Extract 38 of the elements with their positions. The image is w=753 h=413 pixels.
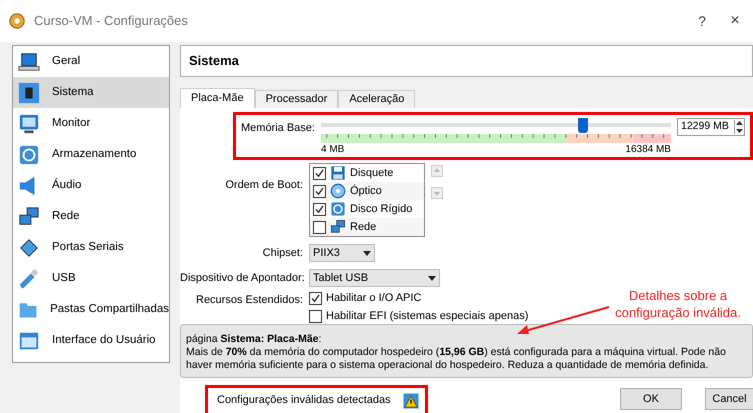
boot-item[interactable]: Disco Rígido xyxy=(310,200,424,218)
checkbox-option[interactable]: Habilitar o I/O APIC xyxy=(309,292,528,305)
sidebar-item[interactable]: Portas Seriais xyxy=(13,232,169,263)
field-label: Dispositivo de Apontador: xyxy=(180,270,306,286)
checkbox-option[interactable]: Habilitar EFI (sistemas especiais apenas) xyxy=(309,310,528,323)
help-button[interactable]: ? xyxy=(687,10,717,32)
sidebar-item[interactable]: Pastas Compartilhadas xyxy=(13,294,169,325)
sidebar-item[interactable]: Geral xyxy=(13,46,169,77)
boot-item[interactable]: Rede xyxy=(310,218,424,236)
message-title: página Sistema: Placa-Mãe: xyxy=(186,333,322,346)
sidebar-item[interactable]: Rede xyxy=(13,201,169,232)
close-button[interactable]: × xyxy=(725,9,745,33)
boot-item[interactable]: Óptico xyxy=(310,182,424,200)
sidebar-item[interactable]: Monitor xyxy=(13,108,169,139)
tab[interactable]: Placa-Mãe xyxy=(180,88,255,108)
chipset-dropdown[interactable]: PIIX3 xyxy=(309,244,375,262)
message-text: Mais de 70% da memória do computador hospedeiro (15,96 GB) está configurada para a máquina virtual. Pode não haver memória suficiente para o sistema operacional do hospedeiro. Reduza a quantidade de memória definida. xyxy=(186,346,727,372)
status-text: Configurações inválidas detectadas xyxy=(217,393,391,408)
sidebar-item[interactable]: Interface do Usuário xyxy=(13,325,169,356)
scale-min-label: 4 MB xyxy=(320,144,344,156)
field-label: Memória Base: xyxy=(241,121,315,136)
sidebar-item[interactable]: Armazenamento xyxy=(13,139,169,170)
sidebar-item[interactable]: USB xyxy=(13,263,169,294)
section-header: Sistema xyxy=(180,45,753,77)
boot-item[interactable]: Disquete xyxy=(310,164,424,182)
pointer-dropdown[interactable]: Tablet USB xyxy=(309,269,440,287)
field-label: Recursos Estendidos: xyxy=(195,293,304,308)
sidebar-item[interactable]: Áudio xyxy=(13,170,169,201)
window-title: Curso-VM - Configurações xyxy=(34,12,188,30)
field-label: Ordem de Boot: xyxy=(224,178,304,193)
tab[interactable]: Processador xyxy=(254,90,338,108)
sidebar-item[interactable]: Sistema xyxy=(13,77,169,108)
tab[interactable]: Aceleração xyxy=(338,90,416,108)
scale-max-label: 16384 MB xyxy=(625,144,671,156)
field-label: Chipset: xyxy=(262,246,304,261)
cancel-button[interactable]: Cancel xyxy=(705,388,753,410)
ok-button[interactable]: OK xyxy=(620,388,682,410)
memory-spinbox[interactable]: 12299 MB xyxy=(676,118,745,136)
